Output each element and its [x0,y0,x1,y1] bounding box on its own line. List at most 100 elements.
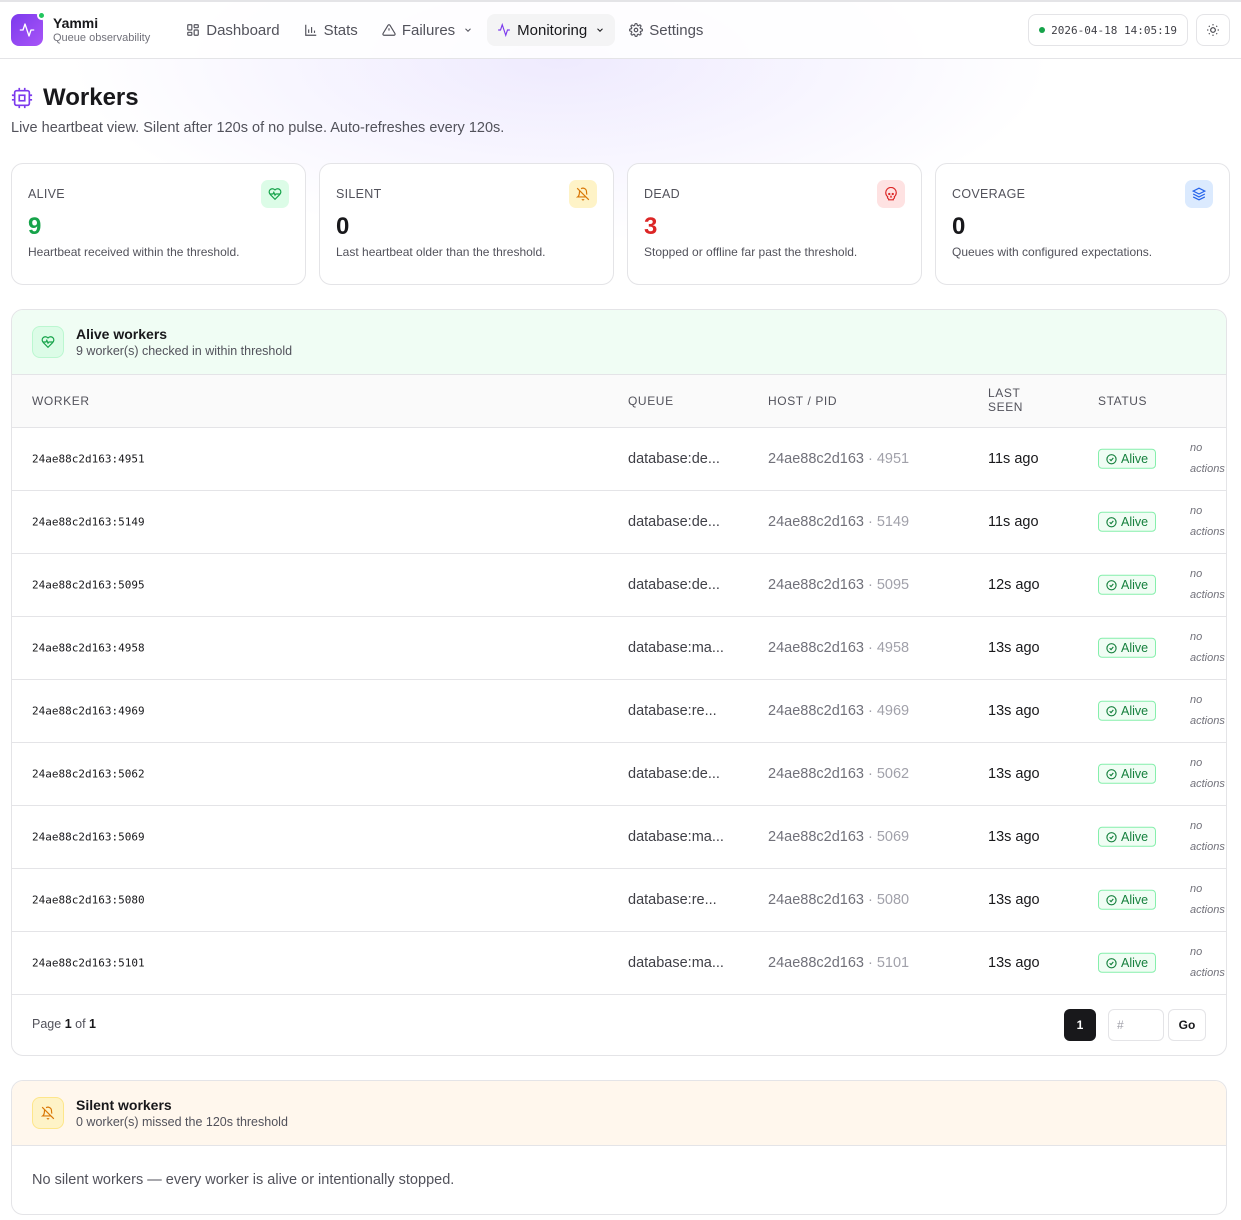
table-row[interactable]: 24ae88c2d163:5101 database:ma... 24ae88c2d… [12,932,1226,995]
worker-host-pid: 24ae88c2d163 · 4958 [768,640,909,656]
bar-chart-icon [304,24,316,36]
status-cell: Alive [1098,637,1157,659]
column-last-seen-line1: LAST [988,386,1021,400]
worker-id: 24ae88c2d163:5095 [32,578,145,592]
worker-host-pid: 24ae88c2d163 · 5095 [768,577,909,593]
status-badge: Alive [1098,700,1157,721]
table-row[interactable]: 24ae88c2d163:5069 database:ma... 24ae88c2d… [12,806,1226,869]
check-circle-icon [1106,453,1117,464]
worker-id: 24ae88c2d163:5149 [32,515,145,529]
page-1-button[interactable]: 1 [1064,1009,1096,1041]
worker-queue: database:ma... [628,829,724,845]
stat-description: Queues with configured expectations. [952,245,1153,259]
column-host-pid[interactable]: HOST / PID [768,394,837,408]
nav-stats[interactable]: Stats [294,14,368,46]
status-badge: Alive [1098,448,1157,469]
check-circle-icon [1106,768,1117,779]
go-button[interactable]: Go [1168,1009,1206,1041]
stat-card-dead: DEAD 3 Stopped or offline far past the t… [627,163,922,285]
column-status[interactable]: STATUS [1098,394,1147,408]
worker-pid: 4951 [876,451,910,467]
nav-settings-label: Settings [649,21,704,39]
status-label: Alive [1121,892,1149,907]
worker-actions: no actions [1190,631,1225,664]
nav-stats-label: Stats [323,21,358,39]
table-row[interactable]: 24ae88c2d163:5095 database:de... 24ae88c2d… [12,554,1226,617]
nav-failures[interactable]: Failures [372,14,483,46]
live-dot [1039,27,1046,33]
page-info: Page 1 of 1 [32,1017,96,1031]
worker-pid: 5069 [876,829,910,845]
separator: · [863,703,877,719]
app-logo[interactable] [11,11,46,46]
worker-queue: database:de... [628,451,720,467]
status-label: Alive [1121,577,1149,592]
separator: · [863,577,877,593]
table-row[interactable]: 24ae88c2d163:4951 database:de... 24ae88c2d… [12,428,1226,491]
worker-queue: database:re... [628,892,717,908]
status-badge: Alive [1098,637,1157,658]
worker-id: 24ae88c2d163:4951 [32,452,145,466]
status-badge: Alive [1098,826,1157,847]
column-queue[interactable]: QUEUE [628,394,674,408]
worker-last-seen: 13s ago [988,829,1040,845]
separator: · [863,514,877,530]
worker-pid: 5080 [876,892,910,908]
page-subtitle: Live heartbeat view. Silent after 120s o… [11,120,505,136]
page-jump-input[interactable] [1108,1009,1164,1041]
table-row[interactable]: 24ae88c2d163:5062 database:de... 24ae88c2d… [12,743,1226,806]
table-row[interactable]: 24ae88c2d163:5149 database:de... 24ae88c2d… [12,491,1226,554]
page-current: 1 [64,1017,72,1031]
worker-last-seen: 13s ago [988,703,1040,719]
check-circle-icon [1106,516,1117,527]
worker-queue: database:de... [628,766,720,782]
status-cell: Alive [1098,700,1157,722]
worker-host: 24ae88c2d163 [768,640,864,656]
table-row[interactable]: 24ae88c2d163:5080 database:re... 24ae88c2d… [12,869,1226,932]
table-row[interactable]: 24ae88c2d163:4958 database:ma... 24ae88c2d… [12,617,1226,680]
header-right: 2026-04-18 14:05:19 [1028,14,1230,46]
status-cell: Alive [1098,448,1157,470]
brand: Yammi Queue observability [53,15,150,43]
worker-last-seen: 13s ago [988,892,1040,908]
separator: · [863,829,877,845]
worker-queue: database:re... [628,703,717,719]
status-badge: Alive [1098,574,1157,595]
column-last-seen[interactable]: LAST SEEN [988,386,1023,414]
worker-pid: 5149 [876,514,910,530]
nav-settings[interactable]: Settings [619,14,713,46]
stat-description: Heartbeat received within the threshold. [28,245,240,259]
stat-description: Last heartbeat older than the threshold. [336,245,546,259]
worker-last-seen: 13s ago [988,955,1040,971]
grid-icon [187,24,200,36]
worker-id: 24ae88c2d163:5069 [32,830,145,844]
worker-last-seen: 11s ago [988,451,1039,467]
gear-icon [629,23,644,37]
worker-actions: no actions [1190,568,1225,601]
separator: · [863,955,877,971]
column-worker[interactable]: WORKER [32,394,90,408]
check-circle-icon [1106,579,1117,590]
check-circle-icon [1106,831,1117,842]
check-circle-icon [1106,957,1117,968]
nav-monitoring[interactable]: Monitoring [487,14,616,46]
column-last-seen-line2: SEEN [988,400,1024,414]
table-row[interactable]: 24ae88c2d163:4969 database:re... 24ae88c2d… [12,680,1226,743]
stat-label: ALIVE [28,187,65,201]
separator: · [863,640,877,656]
theme-toggle-button[interactable] [1196,14,1230,46]
worker-actions: no actions [1190,757,1225,790]
status-cell: Alive [1098,889,1157,911]
status-badge: Alive [1098,952,1157,973]
layers-icon [1185,180,1213,208]
worker-id: 24ae88c2d163:4969 [32,704,145,718]
server-clock: 2026-04-18 14:05:19 [1028,14,1188,46]
status-badge: Alive [1098,763,1157,784]
worker-host: 24ae88c2d163 [768,514,864,530]
worker-host-pid: 24ae88c2d163 · 5080 [768,892,909,908]
worker-actions: no actions [1190,505,1225,538]
clock-time: 2026-04-18 14:05:19 [1051,23,1177,37]
nav-dashboard[interactable]: Dashboard [176,14,289,46]
status-cell: Alive [1098,511,1157,533]
worker-last-seen: 13s ago [988,640,1040,656]
